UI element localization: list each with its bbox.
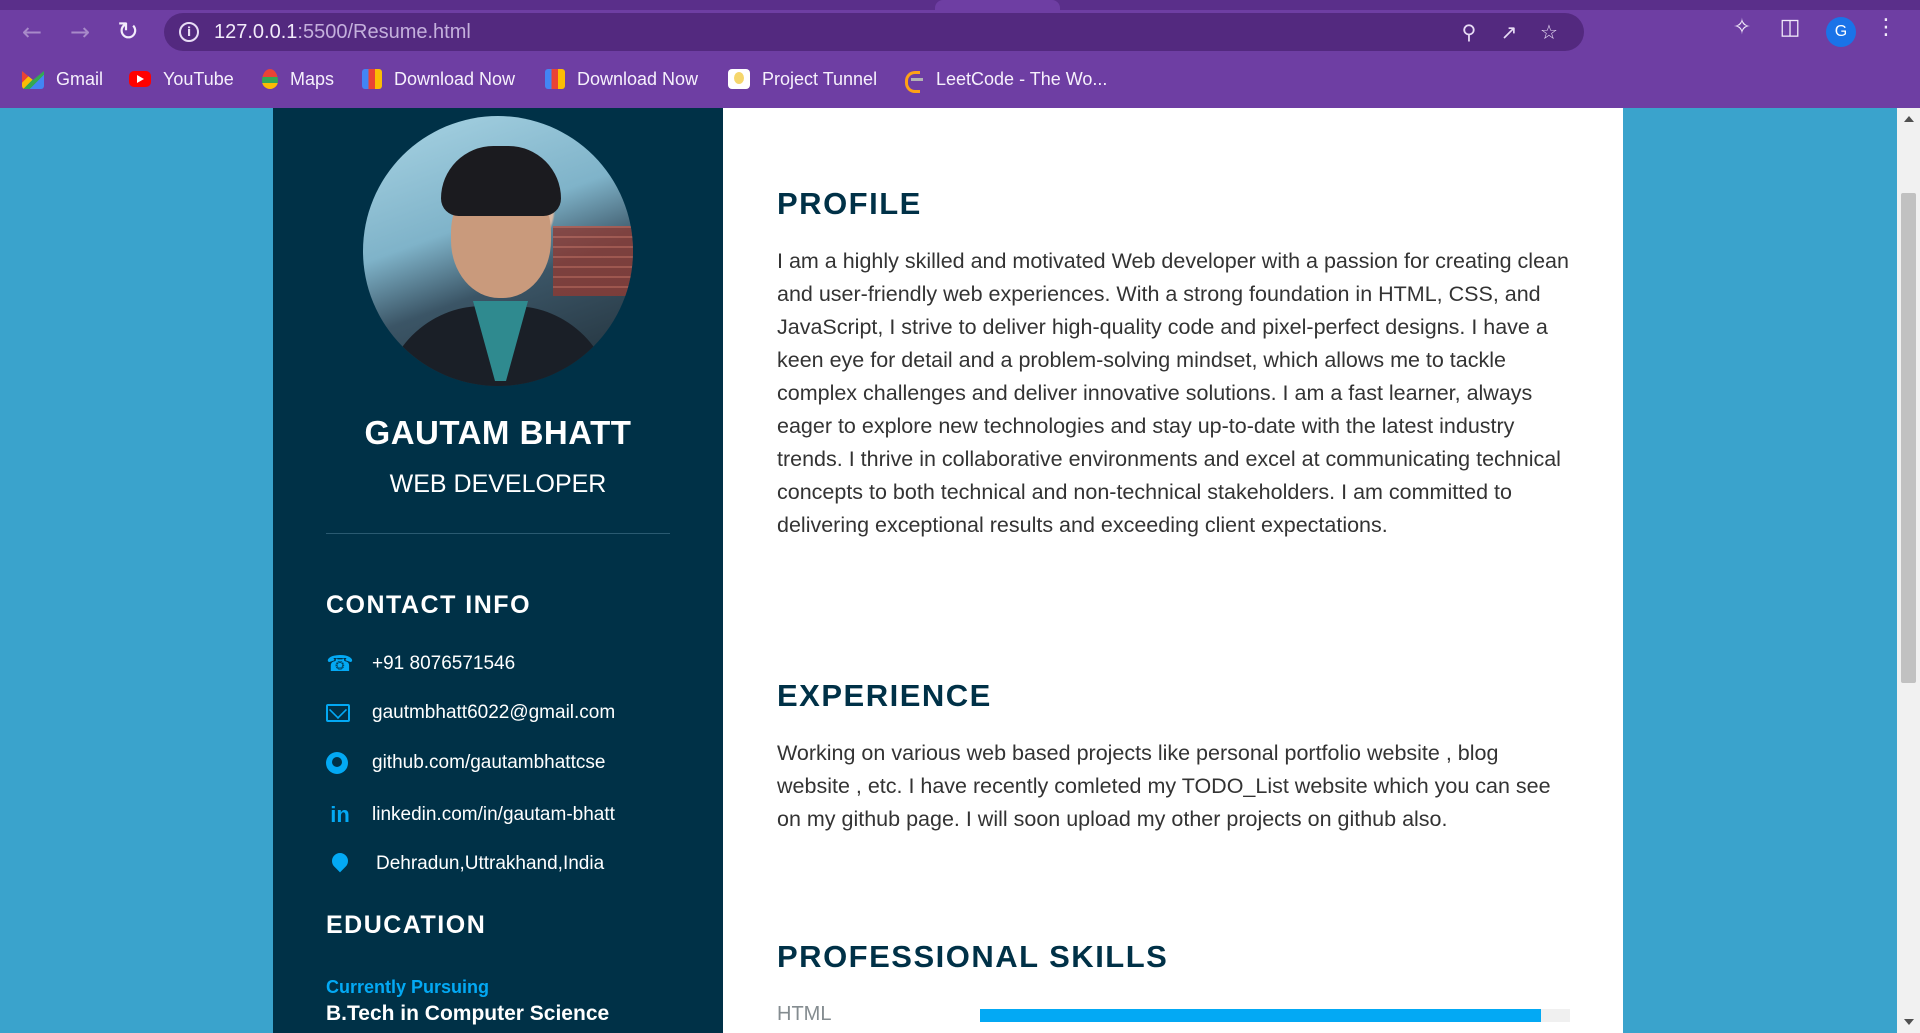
scroll-up-arrow-icon[interactable]: [1904, 116, 1914, 122]
contact-text: github.com/gautambhattcse: [372, 752, 606, 773]
scrollbar-thumb[interactable]: [1901, 193, 1916, 683]
github-icon: [326, 752, 348, 774]
education-title: EDUCATION: [326, 911, 487, 939]
person-name: GAUTAM BHATT: [364, 414, 632, 451]
photo-background: [553, 226, 633, 296]
address-bar[interactable]: i 127.0.0.1:5500/Resume.html ⚲ ↗ ☆: [164, 13, 1584, 51]
download-icon: [362, 69, 382, 89]
page-viewport: GAUTAM BHATT WEB DEVELOPER CONTACT INFO …: [0, 108, 1897, 1033]
bookmark-gmail[interactable]: Gmail: [22, 66, 103, 92]
profile-text: I am a highly skilled and motivated Web …: [777, 249, 1569, 537]
location-icon: [328, 849, 352, 873]
menu-kebab-icon[interactable]: ⋮: [1872, 14, 1900, 42]
education-degree: B.Tech in Computer Science: [326, 1002, 610, 1025]
forward-arrow-icon[interactable]: →: [66, 18, 94, 46]
side-panel-icon[interactable]: ◫: [1776, 14, 1804, 42]
skill-bar-fill: [980, 1009, 1541, 1022]
contact-github: github.com/gautambhattcse: [326, 752, 605, 774]
profile-avatar[interactable]: G: [1826, 17, 1856, 47]
tab-strip: [0, 0, 1920, 10]
scroll-down-arrow-icon[interactable]: [1904, 1019, 1914, 1025]
bookmark-label: Maps: [290, 68, 335, 89]
url-path: :5500/Resume.html: [297, 21, 471, 43]
site-info-icon[interactable]: i: [179, 22, 199, 42]
bookmark-maps[interactable]: Maps: [262, 66, 334, 92]
bookmark-label: YouTube: [163, 68, 234, 89]
bookmark-label: Download Now: [394, 68, 516, 89]
skill-label: HTML: [777, 1003, 832, 1025]
navigation-row: ← → ↻ i 127.0.0.1:5500/Resume.html ⚲ ↗ ☆…: [0, 10, 1920, 54]
contact-text: gautmbhatt6022@gmail.com: [372, 702, 616, 723]
active-tab[interactable]: [935, 0, 1060, 10]
back-arrow-icon[interactable]: ←: [18, 18, 46, 46]
resume-sidebar: GAUTAM BHATT WEB DEVELOPER CONTACT INFO …: [273, 108, 723, 1033]
profile-photo: [363, 116, 633, 386]
bookmark-star-icon[interactable]: ☆: [1536, 19, 1562, 45]
bookmark-project-tunnel[interactable]: Project Tunnel: [728, 66, 877, 92]
phone-icon: [326, 652, 354, 676]
url-text[interactable]: 127.0.0.1:5500/Resume.html: [214, 21, 471, 44]
sidebar-divider: [326, 533, 670, 534]
resume-container: GAUTAM BHATT WEB DEVELOPER CONTACT INFO …: [273, 108, 1623, 1033]
contact-linkedin: in linkedin.com/in/gautam-bhatt: [326, 803, 615, 827]
education-status: Currently Pursuing: [326, 977, 490, 997]
bookmark-youtube[interactable]: YouTube: [129, 66, 234, 92]
youtube-icon: [129, 71, 151, 87]
skill-bar-track: [980, 1009, 1570, 1022]
bookmark-download-1[interactable]: Download Now: [362, 66, 515, 92]
bookmark-download-2[interactable]: Download Now: [545, 66, 698, 92]
linkedin-icon: in: [330, 802, 350, 827]
maps-icon: [262, 69, 278, 89]
extensions-icon[interactable]: ✧: [1728, 14, 1756, 42]
vertical-scrollbar[interactable]: [1897, 108, 1920, 1033]
download-icon: [545, 69, 565, 89]
skills-section-title: PROFESSIONAL SKILLS: [777, 939, 1169, 974]
contact-text: Dehradun,Uttrakhand,India: [376, 853, 605, 874]
browser-toolbar: ← → ↻ i 127.0.0.1:5500/Resume.html ⚲ ↗ ☆…: [0, 0, 1920, 108]
resume-main: PROFILE I am a highly skilled and motiva…: [723, 108, 1623, 1033]
contact-info-title: CONTACT INFO: [326, 591, 532, 619]
experience-section-title: EXPERIENCE: [777, 678, 992, 713]
bookmark-label: LeetCode - The Wo...: [936, 68, 1108, 89]
contact-location: Dehradun,Uttrakhand,India: [326, 849, 605, 875]
bookmark-leetcode[interactable]: LeetCode - The Wo...: [902, 66, 1108, 93]
contact-text: +91 8076571546: [372, 653, 516, 674]
contact-phone: +91 8076571546: [326, 652, 515, 676]
mail-icon: [326, 704, 350, 722]
photo-hair: [441, 146, 561, 216]
zoom-icon[interactable]: ⚲: [1456, 19, 1482, 45]
bookmark-label: Download Now: [577, 68, 699, 89]
bookmarks-bar: Gmail YouTube Maps Download Now Download…: [0, 60, 1920, 98]
experience-text: Working on various web based projects li…: [777, 741, 1551, 831]
contact-text: linkedin.com/in/gautam-bhatt: [372, 804, 615, 825]
project-icon: [728, 69, 750, 89]
reload-icon[interactable]: ↻: [114, 18, 142, 46]
url-host: 127.0.0.1: [214, 21, 298, 43]
gmail-icon: [22, 71, 44, 89]
contact-email: gautmbhatt6022@gmail.com: [326, 702, 615, 724]
bookmark-label: Gmail: [56, 68, 104, 89]
share-icon[interactable]: ↗: [1496, 19, 1522, 45]
person-role: WEB DEVELOPER: [389, 470, 607, 498]
leetcode-icon: [902, 69, 924, 93]
bookmark-label: Project Tunnel: [762, 68, 878, 89]
profile-section-title: PROFILE: [777, 186, 922, 221]
